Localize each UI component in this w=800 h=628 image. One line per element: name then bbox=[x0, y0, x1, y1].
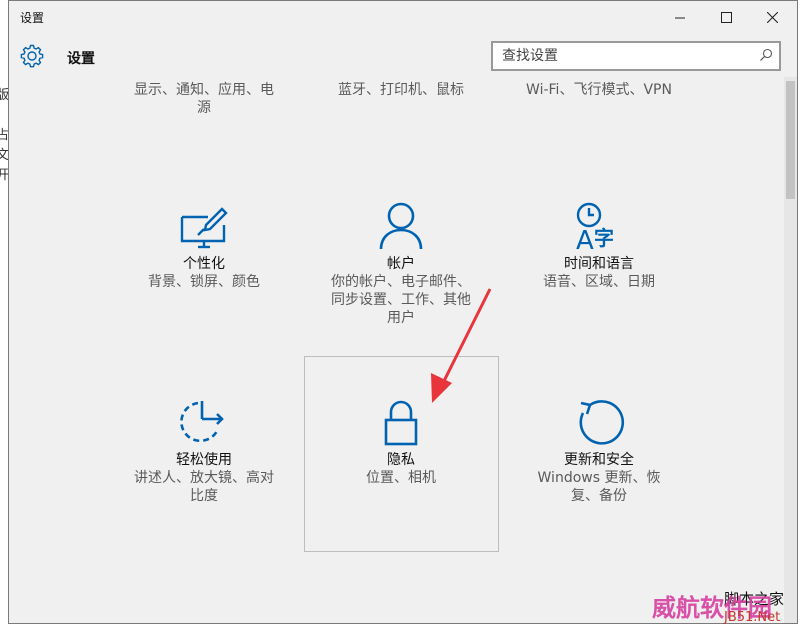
devices-desc-line1: 蓝牙、打印机、鼠标 bbox=[338, 82, 464, 98]
gear-icon bbox=[20, 44, 44, 68]
window-title: 设置 bbox=[20, 11, 45, 25]
scroll-thumb[interactable] bbox=[786, 81, 795, 199]
person-icon bbox=[379, 202, 423, 250]
tile-desc-line2: 比度 bbox=[190, 488, 218, 504]
minimize-button[interactable] bbox=[657, 1, 703, 33]
settings-window: 设置 设置 显示、通知、应用、电 源 bbox=[8, 0, 798, 624]
tile-privacy[interactable]: 隐私 位置、相机 bbox=[306, 397, 496, 487]
tile-update-security[interactable]: 更新和安全 Windows 更新、恢 复、备份 bbox=[504, 397, 694, 505]
personalization-icon bbox=[180, 207, 228, 249]
search-icon bbox=[760, 48, 773, 61]
tile-title: 时间和语言 bbox=[564, 256, 634, 272]
close-icon bbox=[766, 11, 778, 23]
tile-title: 隐私 bbox=[387, 452, 415, 468]
tile-title: 帐户 bbox=[387, 256, 415, 272]
tile-desc-line1: Windows 更新、恢 bbox=[537, 470, 661, 486]
minimize-icon bbox=[674, 17, 685, 18]
red-arrow-annotation bbox=[431, 288, 492, 403]
page-title: 设置 bbox=[67, 51, 95, 67]
svg-text:A: A bbox=[576, 226, 594, 251]
maximize-button[interactable] bbox=[703, 1, 749, 33]
close-button[interactable] bbox=[749, 1, 795, 33]
tile-title: 更新和安全 bbox=[564, 452, 634, 468]
tile-desc-line1: 位置、相机 bbox=[366, 470, 436, 486]
tile-desc-line1: 讲述人、放大镜、高对 bbox=[134, 470, 274, 486]
svg-text:字: 字 bbox=[594, 226, 614, 250]
system-desc-line2: 源 bbox=[197, 100, 211, 116]
watermark-text-3: JB51.Net bbox=[724, 610, 781, 625]
tile-title: 轻松使用 bbox=[176, 452, 232, 468]
vertical-scrollbar[interactable] bbox=[784, 77, 797, 623]
tile-desc-line2: 复、备份 bbox=[571, 488, 627, 504]
tile-ease-of-access[interactable]: 轻松使用 讲述人、放大镜、高对 比度 bbox=[109, 397, 299, 505]
refresh-icon bbox=[579, 400, 625, 445]
time-language-icon: A 字 bbox=[576, 202, 614, 251]
tile-title: 个性化 bbox=[183, 256, 225, 272]
network-desc-line1: Wi-Fi、飞行模式、VPN bbox=[526, 82, 672, 98]
ease-of-access-icon bbox=[180, 401, 224, 443]
top-category-row: 显示、通知、应用、电 源 蓝牙、打印机、鼠标 Wi-Fi、飞行模式、VPN bbox=[9, 81, 797, 131]
title-bar: 设置 bbox=[9, 1, 797, 33]
settings-header: 设置 bbox=[9, 33, 797, 77]
network-tile-desc[interactable]: Wi-Fi、飞行模式、VPN bbox=[504, 81, 694, 99]
tile-desc-line1: 语音、区域、日期 bbox=[543, 274, 655, 290]
tile-time-language[interactable]: A 字 时间和语言 语音、区域、日期 bbox=[504, 201, 694, 291]
search-box[interactable] bbox=[491, 41, 781, 71]
tile-personalization[interactable]: 个性化 背景、锁屏、颜色 bbox=[109, 203, 299, 291]
search-input[interactable] bbox=[493, 43, 752, 69]
devices-tile-desc[interactable]: 蓝牙、打印机、鼠标 bbox=[306, 81, 496, 99]
tile-desc-line1: 背景、锁屏、颜色 bbox=[148, 274, 260, 290]
system-tile-desc[interactable]: 显示、通知、应用、电 源 bbox=[109, 81, 299, 117]
maximize-icon bbox=[720, 11, 732, 23]
system-desc-line1: 显示、通知、应用、电 bbox=[134, 82, 274, 98]
